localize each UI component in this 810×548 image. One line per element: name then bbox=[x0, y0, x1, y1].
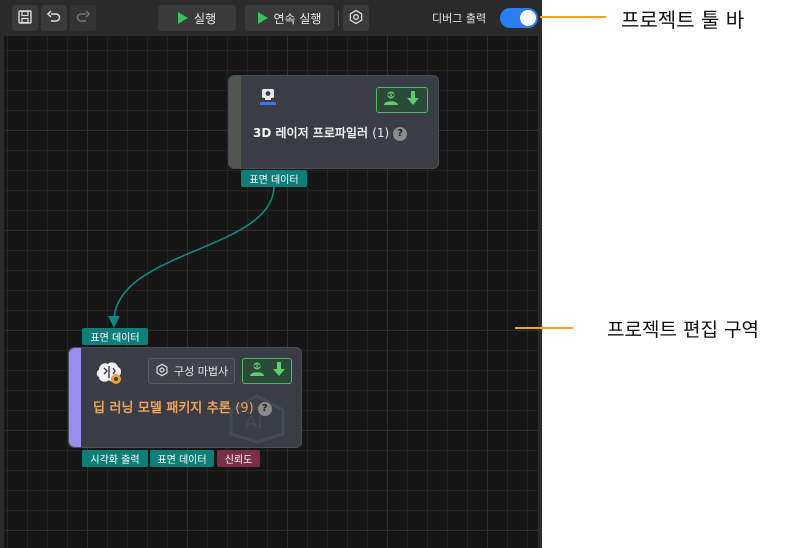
application-window: 실행 연속 실행 디버그 출력 3D 레이저 프로파일러 (1) ? 표면 데이… bbox=[0, 0, 542, 548]
node-count: (9) bbox=[235, 401, 254, 416]
brain-icon bbox=[95, 360, 123, 390]
settings-icon bbox=[155, 363, 169, 380]
output-port-confidence[interactable]: 신뢰도 bbox=[217, 450, 260, 467]
help-icon[interactable]: ? bbox=[393, 126, 408, 141]
node-title: 딥 러닝 모델 패키지 추론 (9)? bbox=[93, 397, 272, 416]
output-port-visualization[interactable]: 시각화 출력 bbox=[82, 450, 148, 467]
node-count: (1) bbox=[372, 126, 390, 140]
toolbar-callout-line bbox=[540, 16, 606, 18]
editor-callout-text: 프로젝트 편집 구역 bbox=[607, 319, 759, 341]
node-visibility-group bbox=[242, 358, 292, 384]
download-icon[interactable] bbox=[273, 361, 285, 381]
node-visibility-group bbox=[376, 87, 428, 113]
node-title-text: 딥 러닝 모델 패키지 추론 bbox=[93, 401, 231, 416]
deep-learning-inference-node[interactable]: AI 구성 마법사 딥 러닝 모델 패키지 추론 (9) ? bbox=[68, 347, 302, 448]
output-port-surface-data[interactable]: 표면 데이터 bbox=[241, 170, 307, 187]
camera-icon bbox=[257, 86, 279, 112]
help-icon[interactable]: ? bbox=[257, 401, 272, 416]
laser-profiler-node[interactable]: 3D 레이저 프로파일러 (1)? bbox=[228, 75, 439, 169]
node-title-text: 3D 레이저 프로파일러 bbox=[253, 126, 368, 140]
toolbar-callout-text: 프로젝트 툴 바 bbox=[621, 8, 745, 32]
configuration-wizard-button[interactable]: 구성 마법사 bbox=[148, 358, 236, 384]
download-icon[interactable] bbox=[407, 90, 419, 110]
preview-user-icon[interactable] bbox=[249, 361, 265, 381]
node-stripe bbox=[229, 76, 241, 168]
editor-callout-line bbox=[515, 327, 573, 329]
output-port-surface-data[interactable]: 표면 데이터 bbox=[150, 450, 214, 467]
node-title: 3D 레이저 프로파일러 (1)? bbox=[253, 124, 408, 141]
input-port-surface-data[interactable]: 표면 데이터 bbox=[82, 328, 148, 345]
preview-user-icon[interactable] bbox=[383, 90, 399, 110]
node-stripe bbox=[69, 348, 81, 447]
wizard-label: 구성 마법사 bbox=[174, 365, 229, 378]
